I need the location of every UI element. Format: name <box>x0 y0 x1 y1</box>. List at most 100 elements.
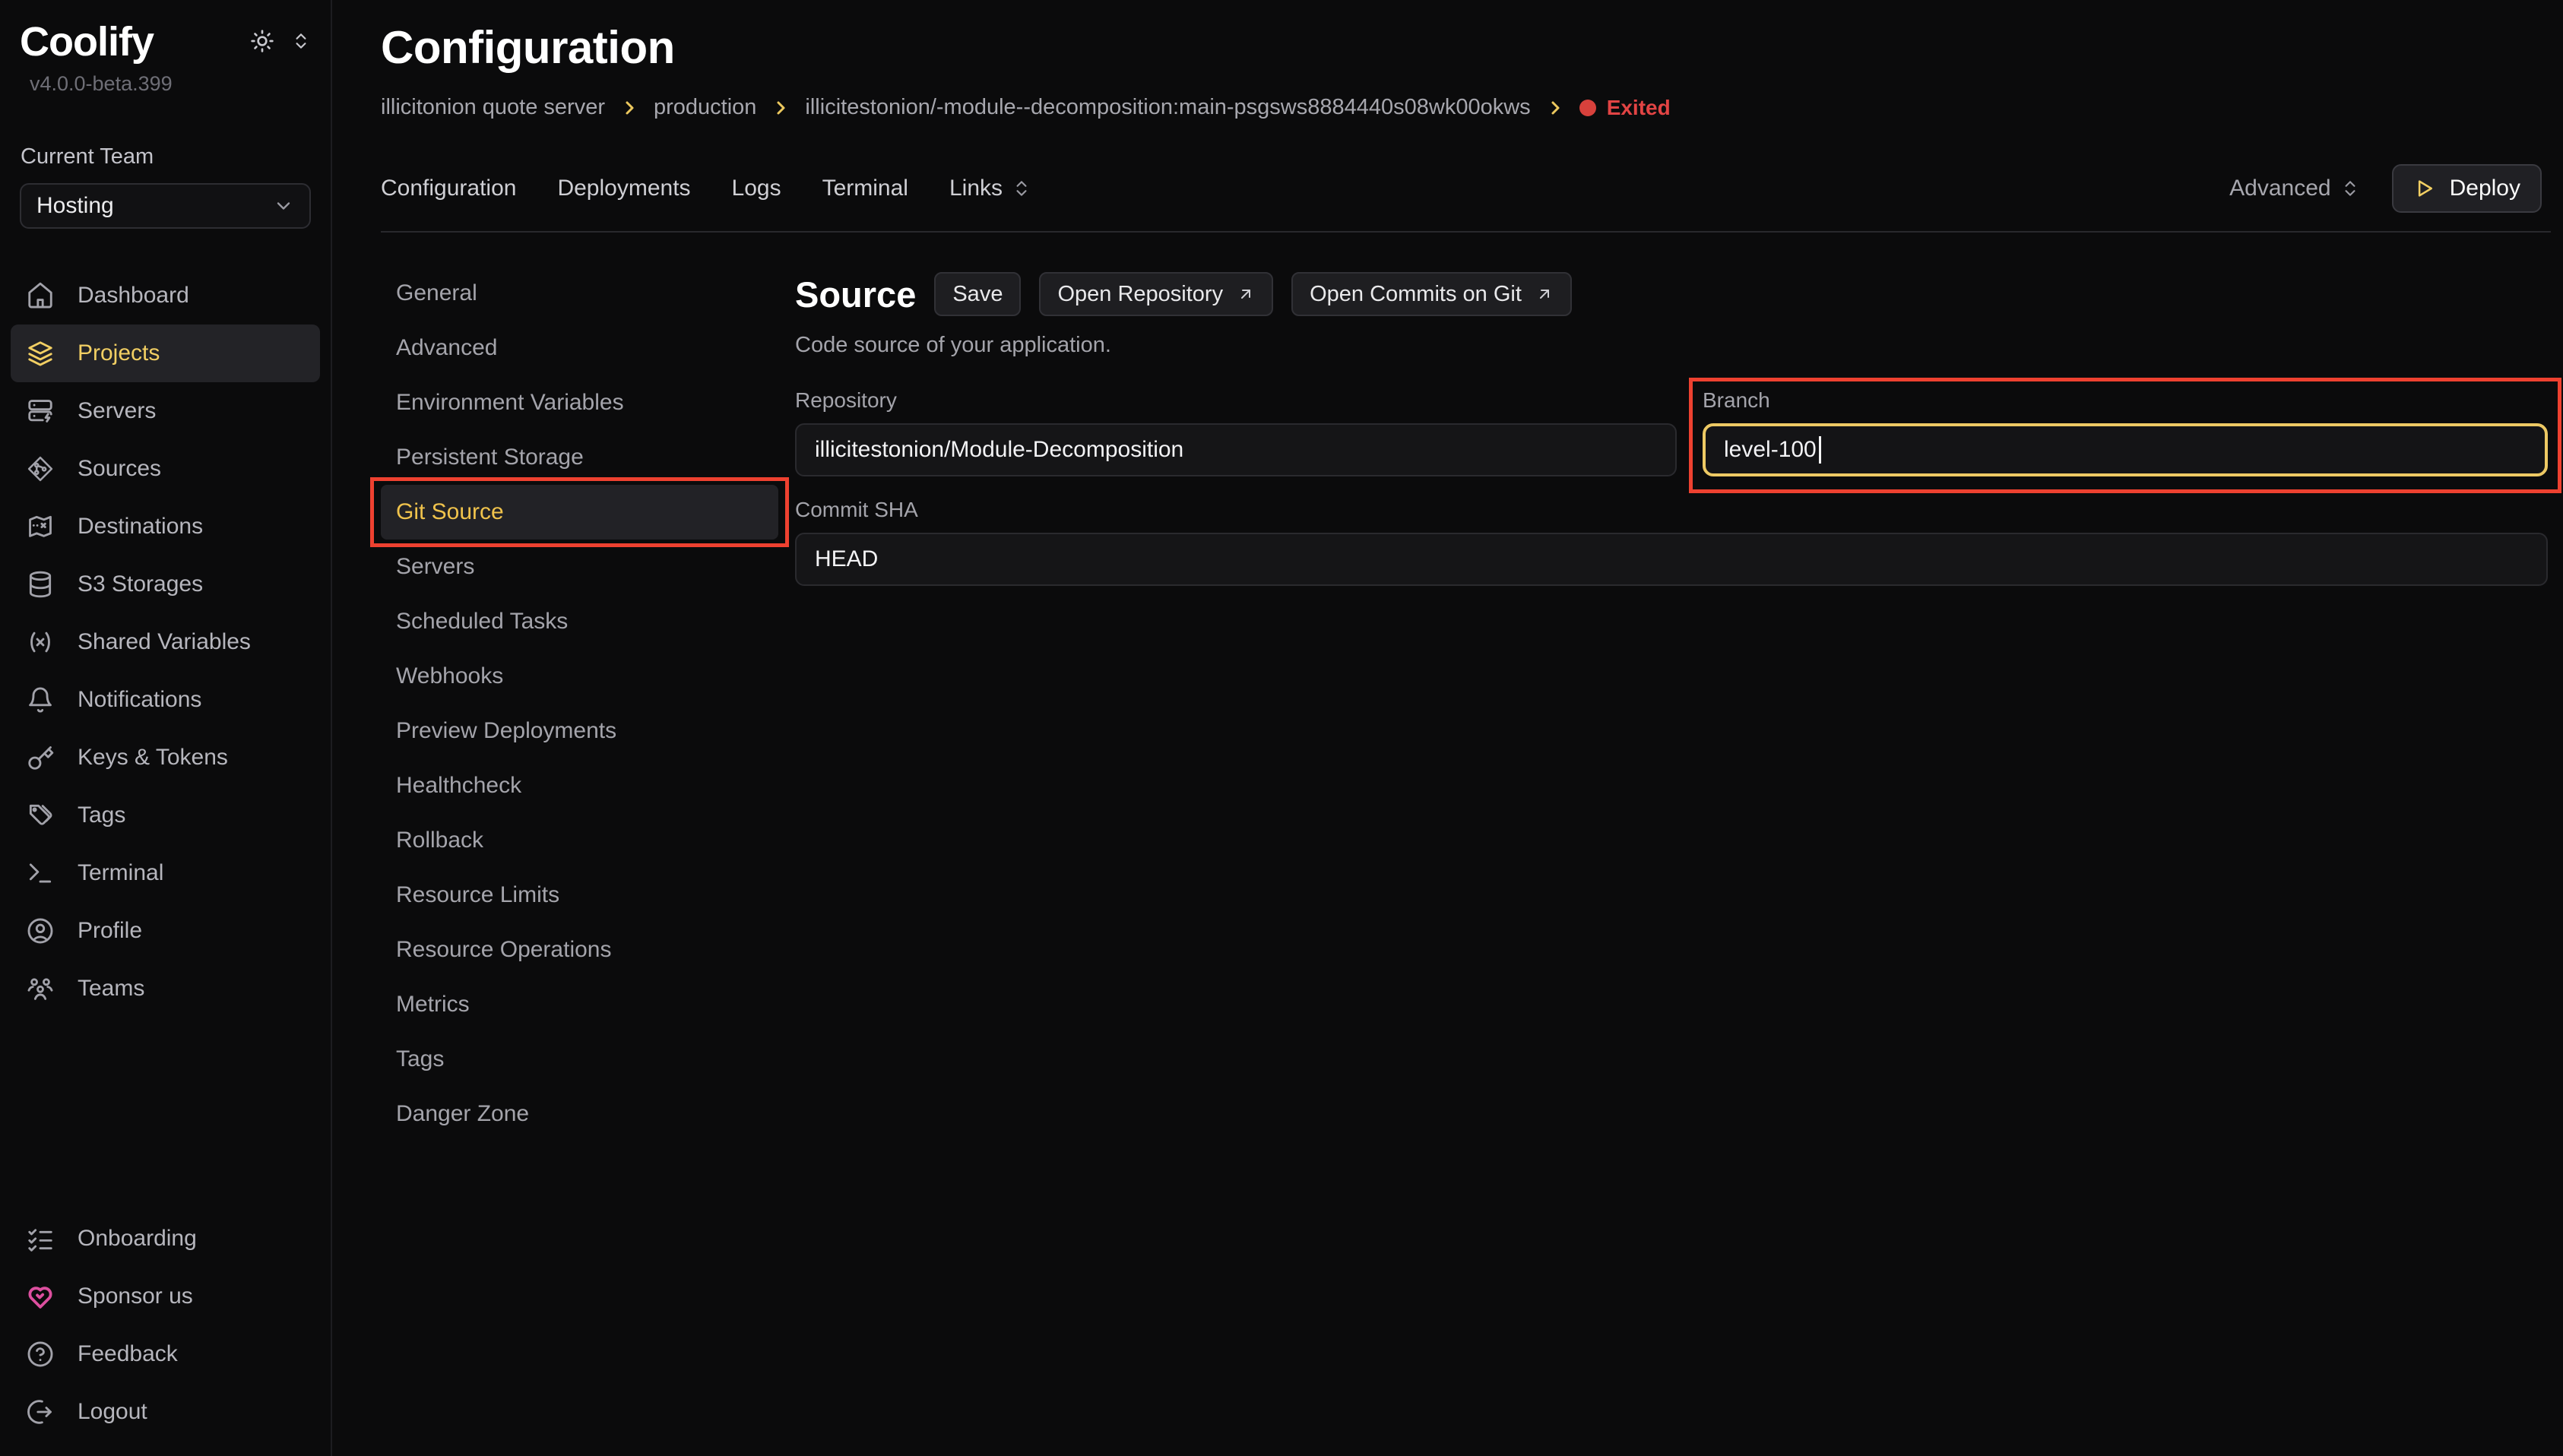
subnav-item-advanced[interactable]: Advanced <box>381 321 778 375</box>
sidebar-item-feedback[interactable]: Feedback <box>11 1325 320 1383</box>
users-icon <box>26 974 55 1003</box>
advanced-label: Advanced <box>2229 176 2330 201</box>
sidebar-item-notifications[interactable]: Notifications <box>11 671 320 729</box>
text-caret <box>1819 436 1821 464</box>
map-icon <box>26 512 55 541</box>
open-repository-label: Open Repository <box>1057 282 1223 307</box>
main-content: Configuration illicitonion quote server … <box>332 0 2563 1456</box>
sidebar-item-logout[interactable]: Logout <box>11 1383 320 1441</box>
branch-value: level-100 <box>1724 437 1817 463</box>
subnav-item-persistent-storage[interactable]: Persistent Storage <box>381 430 778 485</box>
arrow-up-right-icon <box>1535 285 1554 303</box>
subnav-item-general[interactable]: General <box>381 266 778 321</box>
subnav-item-metrics[interactable]: Metrics <box>381 977 778 1032</box>
subnav-item-danger-zone[interactable]: Danger Zone <box>381 1087 778 1141</box>
sidebar-item-label: Sources <box>78 456 161 482</box>
arrow-up-right-icon <box>1237 285 1255 303</box>
team-select[interactable]: Hosting <box>20 183 311 229</box>
sidebar-item-onboarding[interactable]: Onboarding <box>11 1210 320 1268</box>
status-dot <box>1579 100 1596 116</box>
sidebar-item-label: Keys & Tokens <box>78 745 228 771</box>
chevron-down-icon <box>273 195 294 217</box>
sidebar-item-servers[interactable]: Servers <box>11 382 320 440</box>
commit-sha-input[interactable]: HEAD <box>795 533 2548 586</box>
advanced-menu[interactable]: Advanced <box>2229 176 2359 201</box>
open-commits-label: Open Commits on Git <box>1310 282 1522 307</box>
chevron-right-icon <box>620 99 638 117</box>
checklist-icon <box>26 1224 55 1253</box>
logout-icon <box>26 1397 55 1426</box>
sidebar-item-label: Destinations <box>78 514 203 540</box>
subnav-item-resource-operations[interactable]: Resource Operations <box>381 923 778 977</box>
app-logo: Coolify <box>20 20 173 65</box>
open-commits-button[interactable]: Open Commits on Git <box>1291 272 1572 316</box>
branch-label: Branch <box>1703 388 2548 413</box>
tab-links-label: Links <box>949 176 1003 201</box>
branch-input[interactable]: level-100 <box>1703 423 2548 476</box>
chevrons-up-down-icon[interactable] <box>291 31 311 51</box>
sidebar-item-label: Sponsor us <box>78 1283 193 1309</box>
sidebar-item-sponsor-us[interactable]: Sponsor us <box>11 1268 320 1325</box>
sidebar-item-keys-tokens[interactable]: Keys & Tokens <box>11 729 320 787</box>
layers-icon <box>26 339 55 368</box>
sun-icon[interactable] <box>250 29 274 53</box>
heart-icon <box>26 1282 55 1311</box>
subnav-item-healthcheck[interactable]: Healthcheck <box>381 758 778 813</box>
repository-value: illicitestonion/Module-Decomposition <box>815 437 1183 463</box>
sidebar-item-sources[interactable]: Sources <box>11 440 320 498</box>
subnav-item-rollback[interactable]: Rollback <box>381 813 778 868</box>
sidebar-item-label: Notifications <box>78 687 201 713</box>
subnav-item-environment-variables[interactable]: Environment Variables <box>381 375 778 430</box>
sidebar-spacer <box>11 1018 320 1210</box>
status-label: Exited <box>1607 96 1671 120</box>
repository-field-group: Repository illicitestonion/Module-Decomp… <box>795 388 1677 476</box>
subnav-item-scheduled-tasks[interactable]: Scheduled Tasks <box>381 594 778 649</box>
current-team-label: Current Team <box>21 144 310 169</box>
subnav-item-servers[interactable]: Servers <box>381 540 778 594</box>
sidebar-item-projects[interactable]: Projects <box>11 324 320 382</box>
breadcrumb-environment[interactable]: production <box>654 95 756 120</box>
tags-icon <box>26 801 55 830</box>
tab-logs[interactable]: Logs <box>732 176 781 201</box>
subnav-item-webhooks[interactable]: Webhooks <box>381 649 778 704</box>
sidebar-item-shared-variables[interactable]: Shared Variables <box>11 613 320 671</box>
deploy-label: Deploy <box>2450 176 2520 201</box>
deploy-button[interactable]: Deploy <box>2392 164 2542 213</box>
subnav-item-tags[interactable]: Tags <box>381 1032 778 1087</box>
sidebar-item-label: Onboarding <box>78 1226 197 1252</box>
repository-input[interactable]: illicitestonion/Module-Decomposition <box>795 423 1677 476</box>
breadcrumb-resource[interactable]: illicitestonion/-module--decomposition:m… <box>805 95 1530 120</box>
sidebar-item-label: Teams <box>78 976 144 1002</box>
subnav-item-git-source[interactable]: Git Source <box>381 485 778 540</box>
sidebar-item-label: S3 Storages <box>78 571 203 597</box>
sidebar-item-s3-storages[interactable]: S3 Storages <box>11 555 320 613</box>
tabs-row: Configuration Deployments Logs Terminal … <box>381 164 2551 213</box>
sidebar-item-dashboard[interactable]: Dashboard <box>11 267 320 324</box>
chevron-right-icon <box>1546 99 1564 117</box>
tab-deployments[interactable]: Deployments <box>557 176 690 201</box>
play-icon <box>2413 177 2436 200</box>
sidebar-item-label: Feedback <box>78 1341 178 1367</box>
open-repository-button[interactable]: Open Repository <box>1039 272 1273 316</box>
section-description: Code source of your application. <box>795 333 2548 358</box>
sidebar-item-teams[interactable]: Teams <box>11 960 320 1018</box>
tab-links[interactable]: Links <box>949 176 1031 201</box>
subnav-item-preview-deployments[interactable]: Preview Deployments <box>381 704 778 758</box>
chevron-right-icon <box>771 99 790 117</box>
sidebar-item-terminal[interactable]: Terminal <box>11 844 320 902</box>
sidebar-item-profile[interactable]: Profile <box>11 902 320 960</box>
sidebar-item-tags[interactable]: Tags <box>11 787 320 844</box>
sidebar: Coolify v4.0.0-beta.399 Current Team Hos… <box>0 0 332 1456</box>
app-version: v4.0.0-beta.399 <box>20 72 173 96</box>
branch-field-group: Branch level-100 <box>1703 388 2548 476</box>
save-button[interactable]: Save <box>934 272 1021 316</box>
breadcrumb-project[interactable]: illicitonion quote server <box>381 95 605 120</box>
bell-icon <box>26 685 55 714</box>
sidebar-item-destinations[interactable]: Destinations <box>11 498 320 555</box>
tab-terminal[interactable]: Terminal <box>822 176 908 201</box>
commit-sha-field-group: Commit SHA HEAD <box>795 498 2548 586</box>
help-circle-icon <box>26 1340 55 1369</box>
subnav-item-resource-limits[interactable]: Resource Limits <box>381 868 778 923</box>
key-icon <box>26 743 55 772</box>
tab-configuration[interactable]: Configuration <box>381 176 516 201</box>
